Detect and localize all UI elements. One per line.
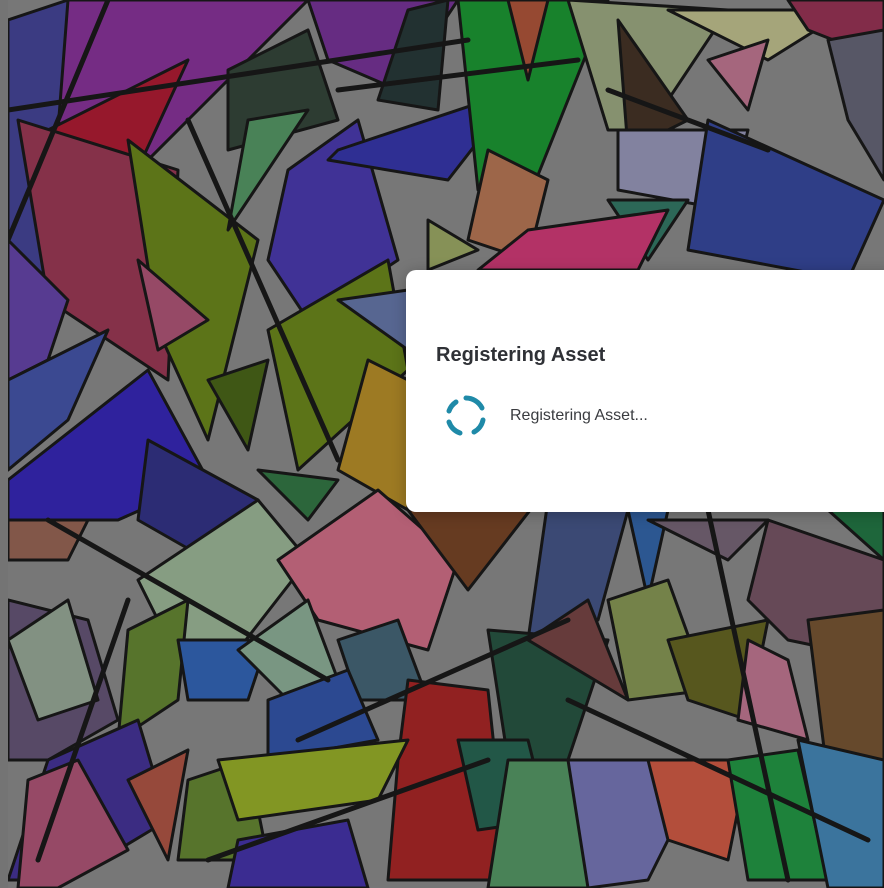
screen: Registering Asset Registering Asset...	[0, 0, 884, 888]
registering-asset-dialog: Registering Asset Registering Asset...	[406, 270, 884, 512]
dialog-title: Registering Asset	[436, 344, 606, 366]
loading-spinner-icon	[446, 395, 486, 436]
dialog-status-text: Registering Asset...	[510, 407, 648, 424]
dialog-status-row: Registering Asset...	[444, 394, 648, 438]
